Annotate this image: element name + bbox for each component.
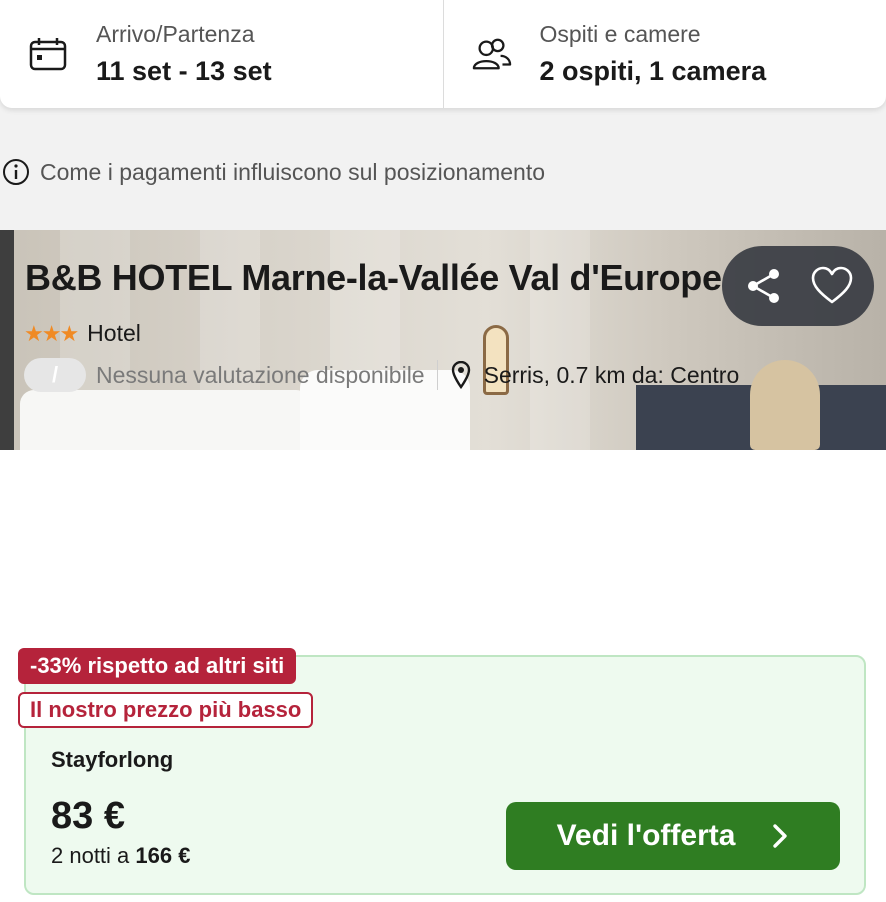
share-icon (748, 269, 779, 303)
hotel-type: Hotel (87, 320, 141, 346)
share-button[interactable] (738, 260, 790, 312)
guests-icon (472, 34, 512, 74)
offer-total: 2 notti a 166 € (51, 843, 190, 869)
divider (436, 360, 438, 390)
dates-value: 11 set - 13 set (96, 56, 272, 86)
total-prefix: 2 notti a (51, 843, 136, 868)
rating-location-row: / Nessuna valutazione disponibile Serris… (24, 356, 739, 394)
heart-icon (811, 266, 853, 304)
calendar-icon (28, 34, 68, 74)
total-amount: 166 € (135, 843, 191, 868)
hotel-category: ★★★ Hotel (24, 320, 141, 347)
star-rating: ★★★ (24, 320, 79, 346)
discount-badge: -33% rispetto ad altri siti (18, 648, 297, 684)
guests-value: 2 ospiti, 1 camera (539, 56, 767, 86)
dates-label: Arrivo/Partenza (96, 21, 255, 47)
guests-selector[interactable]: Ospiti e camere 2 ospiti, 1 camera (442, 0, 886, 108)
lowest-price-badge: Il nostro prezzo più basso (18, 692, 314, 728)
dates-selector[interactable]: Arrivo/Partenza 11 set - 13 set (0, 0, 443, 108)
location[interactable]: Serris, 0.7 km da: Centro (450, 361, 740, 389)
view-offer-button[interactable]: Vedi l'offerta (506, 802, 840, 870)
search-summary-bar: Arrivo/Partenza 11 set - 13 set Ospiti e… (0, 0, 886, 108)
photo-detail (0, 230, 14, 450)
chevron-right-icon (773, 824, 788, 848)
view-offer-label: Vedi l'offerta (556, 819, 736, 852)
rating-badge: / (24, 358, 86, 392)
location-pin-icon (451, 361, 470, 389)
photo-detail (20, 390, 310, 450)
rating-text: Nessuna valutazione disponibile (96, 361, 425, 388)
ranking-info-text: Come i pagamenti influiscono sul posizio… (40, 158, 546, 185)
offer-price: 83 € (51, 795, 125, 837)
guests-label: Ospiti e camere (539, 21, 701, 47)
photo-detail (750, 360, 820, 450)
offer-provider: Stayforlong (51, 747, 174, 772)
favorite-button[interactable] (806, 260, 858, 312)
info-icon (2, 158, 30, 186)
ranking-info-link[interactable]: Come i pagamenti influiscono sul posizio… (2, 158, 545, 186)
hotel-name[interactable]: B&B HOTEL Marne-la-Vallée Val d'Europe (25, 257, 722, 299)
photo-actions (722, 246, 874, 326)
location-text: Serris, 0.7 km da: Centro (483, 361, 740, 388)
